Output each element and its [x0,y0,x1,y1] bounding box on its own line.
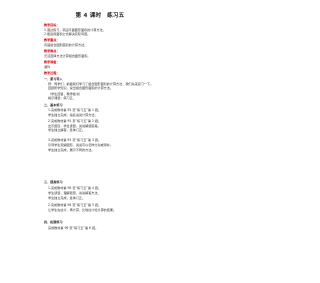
key-text: 巩固组合图形面积的计算方法。 [44,43,88,47]
section-heading: 二、基本练习 [44,103,63,107]
section-heading: 四、拓展练习 [44,220,63,224]
section-heading: 一、复习导入 [44,77,63,81]
body-line: 完成教材第 96 页“练习五”第 6 题。 [48,226,99,230]
body-line: 回顾所学知识，说出组合图形面积的计算方法。 [48,86,113,90]
prep-text: 课件 [44,65,51,69]
section-heading: 三、提高练习 [44,180,63,184]
body-line: 学生独立完成，集体订正。 [48,196,86,200]
body-line: 2.完成教材第 95 页“练习五”第 2 题。 [48,119,102,123]
body-line: 学生独立完成，展示不同的方法。 [48,148,95,152]
body-line: 引导学生观察图形，说说可以怎样分割或添补。 [48,143,113,147]
process-heading: 教学过程： [44,71,60,75]
body-line: 1.完成教材第 96 页“练习五”第 4 题。 [48,186,102,190]
difficulty-heading: 教学难点： [44,49,60,53]
body-line: 学生独立解答，集体订正。 [48,128,86,132]
body-line: 学生独立完成，指名说说计算方法。 [48,113,98,117]
body-line: 让学生先估计，再计算，比较估计和计算的结果。 [48,208,117,212]
body-line: 3.完成教材第 95 页“练习五”第 3 题。 [48,138,102,142]
goals-heading: 教学目标： [44,23,60,27]
page-title: 第 4 课时 练习五 [75,13,125,19]
key-heading: 教学重点： [44,38,60,42]
body-line: 2.完成教材第 96 页“练习五”第 5 题。 [48,203,102,207]
body-line: 揭示课题：练习五。 [48,96,76,100]
body-line: 学生读题，理解题意，说说解答方法。 [48,191,101,195]
body-line: 1.完成教材第 95 页“练习五”第 1 题。 [48,108,102,112]
document-page: 第 4 课时 练习五 教学目标： 1.通过练习，巩固平面图形面积的计算方法。 2… [0,0,200,283]
difficulty-text: 灵活选择方法计算组合图形面积。 [44,54,91,58]
goal-line: 2.能运用面积公式解决实际问题。 [44,32,91,36]
prep-heading: 教学准备： [44,60,60,64]
